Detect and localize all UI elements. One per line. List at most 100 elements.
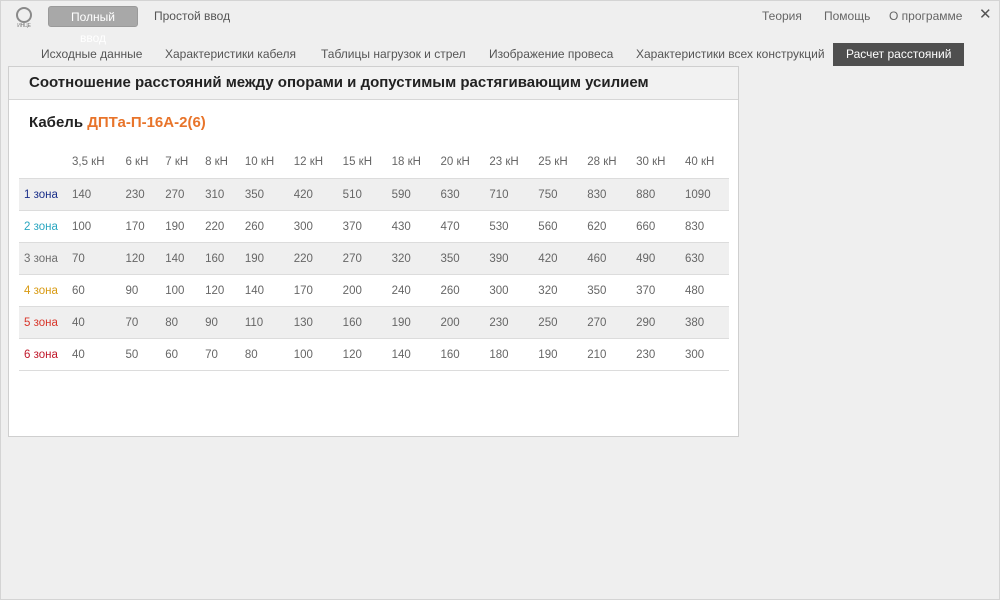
distance-cell: 530 — [484, 210, 534, 243]
distance-cell: 210 — [582, 338, 632, 371]
tab-cable-characteristics[interactable]: Характеристики кабеля — [165, 43, 296, 66]
force-column-header: 23 кН — [489, 155, 519, 168]
distance-cell: 350 — [435, 242, 485, 275]
app-logo: ИНЦЕ — [14, 7, 34, 29]
distance-cell: 660 — [631, 210, 681, 243]
zone-label: 1 зона — [19, 178, 67, 211]
distance-cell: 230 — [484, 306, 534, 339]
distance-cell: 830 — [582, 178, 632, 211]
zone-column-header — [19, 145, 67, 179]
tab-source-data[interactable]: Исходные данные — [41, 43, 142, 66]
cable-name: ДПТа-П-16А-2(6) — [87, 114, 206, 131]
distance-cell: 260 — [435, 274, 485, 307]
tab-load-tables[interactable]: Таблицы нагрузок и стрел — [321, 43, 466, 66]
distance-cell: 1090 — [680, 178, 729, 211]
full-input-button[interactable]: Полный ввод — [48, 6, 138, 45]
table-row: 3 зона 70 120 140 160 190 220 270 320 350 390 420 46… — [19, 242, 729, 275]
force-column-header: 12 кН — [293, 155, 324, 168]
force-column-header: 3,5 кН — [72, 155, 105, 168]
distance-cell: 300 — [680, 338, 729, 371]
distance-cell: 310 — [200, 178, 240, 211]
distance-cell: 190 — [386, 306, 436, 339]
zone-label: 4 зона — [19, 274, 67, 307]
force-column-header: 30 кН — [636, 155, 666, 168]
distance-cell: 470 — [435, 210, 485, 243]
distance-cell: 390 — [484, 242, 534, 275]
table-row: 2 зона 100 170 190 220 260 300 370 430 470 530 560 6… — [19, 210, 729, 243]
distance-cell: 90 — [200, 306, 240, 339]
distance-cell: 370 — [337, 210, 387, 243]
theory-link[interactable]: Теория — [762, 6, 802, 27]
distance-cell: 200 — [337, 274, 387, 307]
distance-cell: 160 — [337, 306, 387, 339]
help-link[interactable]: Помощь — [824, 6, 870, 27]
distance-cell: 490 — [631, 242, 681, 275]
distance-cell: 100 — [160, 274, 201, 307]
distance-cell: 220 — [200, 210, 240, 243]
cable-prefix: Кабель — [29, 114, 84, 131]
distance-cell: 120 — [120, 242, 161, 275]
distance-cell: 370 — [631, 274, 681, 307]
distance-cell: 350 — [239, 178, 289, 211]
force-column-header: 10 кН — [244, 155, 275, 168]
zone-label: 5 зона — [19, 306, 67, 339]
tab-all-structures[interactable]: Характеристики всех конструкций — [636, 43, 825, 66]
distance-cell: 620 — [582, 210, 632, 243]
table-row: 5 зона 40 70 80 90 110 130 160 190 200 230 250 270 29… — [19, 306, 729, 339]
distance-cell: 60 — [160, 338, 201, 371]
distance-cell: 630 — [680, 242, 729, 275]
distance-cell: 190 — [533, 338, 583, 371]
distance-cell: 420 — [533, 242, 583, 275]
distance-cell: 270 — [337, 242, 387, 275]
distance-cell: 200 — [435, 306, 485, 339]
distance-cell: 220 — [288, 242, 338, 275]
distance-cell: 750 — [533, 178, 583, 211]
about-link[interactable]: О программе — [889, 6, 962, 27]
distance-cell: 710 — [484, 178, 534, 211]
distance-cell: 880 — [631, 178, 681, 211]
distance-cell: 70 — [200, 338, 240, 371]
distance-cell: 190 — [160, 210, 201, 243]
distance-cell: 140 — [239, 274, 289, 307]
distance-cell: 380 — [680, 306, 729, 339]
distance-cell: 120 — [337, 338, 387, 371]
force-column-header: 15 кН — [342, 155, 372, 168]
distance-cell: 100 — [67, 210, 121, 243]
distance-cell: 830 — [680, 210, 729, 243]
distance-cell: 480 — [680, 274, 729, 307]
distance-cell: 40 — [67, 306, 121, 339]
distance-cell: 430 — [386, 210, 436, 243]
force-column-header: 20 кН — [440, 155, 470, 168]
logo-text: ИНЦЕ — [17, 23, 31, 29]
panel-header: Соотношение расстояний между опорами и д… — [9, 67, 738, 100]
distance-cell: 630 — [435, 178, 485, 211]
table-row: 4 зона 60 90 100 120 140 170 200 240 260 300 320 350… — [19, 274, 729, 307]
distance-cell: 560 — [533, 210, 583, 243]
distance-cell: 320 — [533, 274, 583, 307]
force-column-header: 7 кН — [165, 155, 189, 168]
distance-cell: 250 — [533, 306, 583, 339]
force-column-header: 18 кН — [391, 155, 421, 168]
distance-cell: 350 — [582, 274, 632, 307]
distance-cell: 420 — [288, 178, 338, 211]
distance-table: 3,5 кН 6 кН 7 кН 8 кН 10 кН 12 кН 15 кН 18 кН 20… — [19, 145, 729, 371]
distance-cell: 590 — [386, 178, 436, 211]
cable-label: Кабель ДПТа-П-16А-2(6) — [29, 114, 206, 131]
distance-cell: 140 — [386, 338, 436, 371]
distance-cell: 300 — [484, 274, 534, 307]
zone-label: 2 зона — [19, 210, 67, 243]
distance-cell: 140 — [160, 242, 201, 275]
distance-cell: 160 — [435, 338, 485, 371]
distance-cell: 130 — [288, 306, 338, 339]
simple-input-button[interactable]: Простой ввод — [144, 6, 240, 27]
distance-cell: 80 — [239, 338, 289, 371]
tab-distance-calculation[interactable]: Расчет расстояний — [833, 43, 965, 66]
force-column-header: 8 кН — [205, 155, 228, 168]
force-column-header: 40 кН — [685, 155, 715, 168]
tab-sag-image[interactable]: Изображение провеса — [489, 43, 613, 66]
distance-cell: 50 — [120, 338, 161, 371]
close-icon[interactable]: ✕ — [979, 5, 992, 23]
zone-label: 6 зона — [19, 338, 67, 371]
distance-cell: 100 — [288, 338, 338, 371]
distance-cell: 170 — [288, 274, 338, 307]
